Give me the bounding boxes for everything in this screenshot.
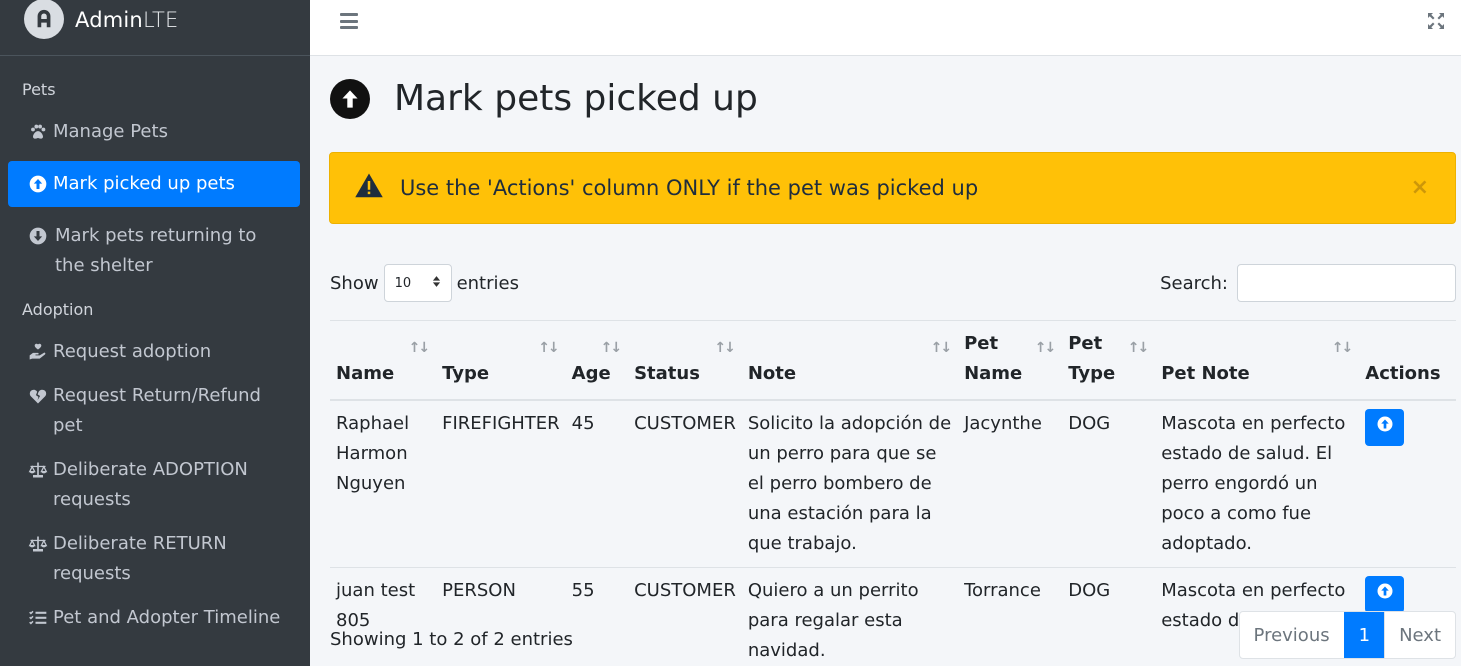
- sidebar-item-mark-returning[interactable]: Mark pets returning to the shelter: [8, 213, 300, 289]
- column-header[interactable]: Pet Name ↑↓: [958, 320, 1063, 401]
- page-1-button[interactable]: 1: [1343, 612, 1385, 658]
- balance-scale-icon: [27, 455, 49, 485]
- cell-name: juan test 805: [336, 580, 416, 631]
- cell-type: PERSON: [442, 580, 516, 601]
- balance-scale-icon: [27, 529, 49, 559]
- warning-alert: Use the 'Actions' column ONLY if the pet…: [329, 152, 1456, 224]
- page-header: Mark pets picked up: [330, 78, 758, 119]
- sort-icon: ↑↓: [408, 340, 431, 356]
- sidebar-item-label: Deliberate ADOPTION requests: [53, 459, 248, 510]
- heart-broken-icon: [27, 381, 49, 411]
- brand-logo-icon: [24, 0, 64, 39]
- sort-icon: ↑↓: [930, 340, 953, 356]
- column-header[interactable]: Name ↑↓: [330, 320, 437, 401]
- fullscreen-icon[interactable]: [1427, 12, 1445, 30]
- cell-actions: [1359, 400, 1456, 568]
- sort-icon: ↑↓: [538, 340, 560, 356]
- alert-close-button[interactable]: ×: [1411, 175, 1429, 200]
- brand-text: AdminLTE: [75, 7, 179, 32]
- column-header: Actions: [1359, 320, 1456, 401]
- cell-note: Solicito la adopción de un perro para qu…: [741, 400, 959, 568]
- alert-message: Use the 'Actions' column ONLY if the pet…: [400, 176, 979, 200]
- cell-name: Raphael Harmon Nguyen: [330, 400, 437, 568]
- top-navbar: [310, 0, 1461, 56]
- arrow-circle-up-icon: [330, 78, 370, 119]
- mark-picked-up-button[interactable]: [1365, 409, 1405, 446]
- page-title: Mark pets picked up: [394, 78, 758, 119]
- cell-age: 45: [565, 400, 629, 568]
- sidebar-item-timeline[interactable]: Pet and Adopter Timeline: [8, 595, 300, 641]
- paw-icon: [27, 117, 49, 147]
- cell-pet-name: Torrance: [964, 580, 1041, 601]
- sort-icon: ↑↓: [1331, 340, 1354, 356]
- cell-type: FIREFIGHTER: [436, 400, 566, 568]
- search-input[interactable]: [1237, 264, 1456, 302]
- select-arrows-icon: [432, 275, 441, 292]
- sidebar: AdminLTE Pets Manage Pets Mark picked up…: [0, 0, 310, 666]
- table-info: Showing 1 to 2 of 2 entries: [330, 629, 573, 650]
- search-label: Search:: [1160, 272, 1228, 294]
- column-header[interactable]: Note ↑↓: [741, 320, 959, 401]
- sidebar-item-deliberate-return[interactable]: Deliberate RETURN requests: [8, 521, 300, 597]
- nav-header-adoption: Adoption: [22, 300, 94, 319]
- sidebar-item-label: Deliberate RETURN requests: [53, 533, 227, 584]
- arrow-circle-down-icon: [27, 221, 49, 251]
- warning-triangle-icon: [354, 171, 384, 205]
- arrow-circle-up-icon: [1376, 580, 1394, 610]
- mark-picked-up-button[interactable]: [1365, 576, 1405, 613]
- previous-page-button[interactable]: Previous: [1240, 612, 1344, 658]
- entries-label: entries: [456, 272, 519, 294]
- column-header[interactable]: Pet Note ↑↓: [1155, 320, 1360, 401]
- sort-icon: ↑↓: [714, 340, 736, 356]
- sidebar-item-label: Mark pets returning to the shelter: [55, 225, 257, 276]
- hand-holding-heart-icon: [27, 337, 49, 367]
- sidebar-item-label: Request Return/Refund pet: [53, 385, 261, 436]
- cell-pet-type: DOG: [1062, 400, 1156, 568]
- main-content: Mark pets picked up Use the 'Actions' co…: [310, 56, 1461, 666]
- sidebar-item-deliberate-adoption[interactable]: Deliberate ADOPTION requests: [8, 447, 300, 523]
- sort-icon: ↑↓: [1127, 340, 1150, 356]
- entries-select-value: 10: [394, 275, 412, 291]
- column-header[interactable]: Type ↑↓: [436, 320, 566, 401]
- show-label: Show: [330, 272, 379, 294]
- brand-link[interactable]: AdminLTE: [0, 0, 310, 56]
- column-header[interactable]: Pet Type ↑↓: [1062, 320, 1156, 401]
- sidebar-item-request-return[interactable]: Request Return/Refund pet: [8, 373, 300, 449]
- cell-note: Quiero a un perrito para regalar esta na…: [747, 580, 919, 661]
- table-row: Raphael Harmon Nguyen FIREFIGHTER 45 CUS…: [330, 400, 1456, 568]
- sidebar-item-label: Request adoption: [53, 341, 212, 362]
- nav-header-pets: Pets: [22, 80, 56, 99]
- sort-icon: ↑↓: [600, 340, 623, 356]
- entries-length-control: Show 10 entries: [330, 264, 519, 302]
- sort-icon: ↑↓: [1034, 340, 1057, 356]
- sidebar-item-mark-picked-up[interactable]: Mark picked up pets: [8, 161, 300, 207]
- sidebar-item-label: Mark picked up pets: [53, 173, 235, 194]
- sidebar-item-request-adoption[interactable]: Request adoption: [8, 329, 300, 375]
- sidebar-item-manage-pets[interactable]: Manage Pets: [8, 109, 300, 155]
- column-header[interactable]: Age ↑↓: [565, 320, 629, 401]
- cell-pet-type: DOG: [1068, 580, 1111, 601]
- hamburger-menu-icon[interactable]: [340, 13, 358, 29]
- cell-status: CUSTOMER: [628, 400, 742, 568]
- cell-age: 55: [571, 580, 595, 601]
- list-check-icon: [27, 603, 49, 633]
- arrow-circle-up-icon: [1376, 413, 1394, 443]
- sidebar-item-label: Pet and Adopter Timeline: [53, 607, 281, 628]
- sidebar-item-label: Manage Pets: [53, 121, 168, 142]
- column-header[interactable]: Status ↑↓: [628, 320, 742, 401]
- cell-status: CUSTOMER: [634, 580, 736, 601]
- table-header-row: Name ↑↓ Type ↑↓ Age ↑↓ Status ↑↓ Note ↑↓ Pet …: [330, 320, 1456, 401]
- cell-pet-note: Mascota en perfecto estado de salud. El …: [1155, 400, 1360, 568]
- table-search: Search:: [1160, 264, 1456, 302]
- pagination: Previous 1 Next: [1238, 611, 1456, 659]
- cell-pet-name: Jacynthe: [958, 400, 1063, 568]
- next-page-button[interactable]: Next: [1384, 612, 1455, 658]
- entries-select[interactable]: 10: [383, 264, 452, 302]
- arrow-circle-up-icon: [27, 169, 49, 199]
